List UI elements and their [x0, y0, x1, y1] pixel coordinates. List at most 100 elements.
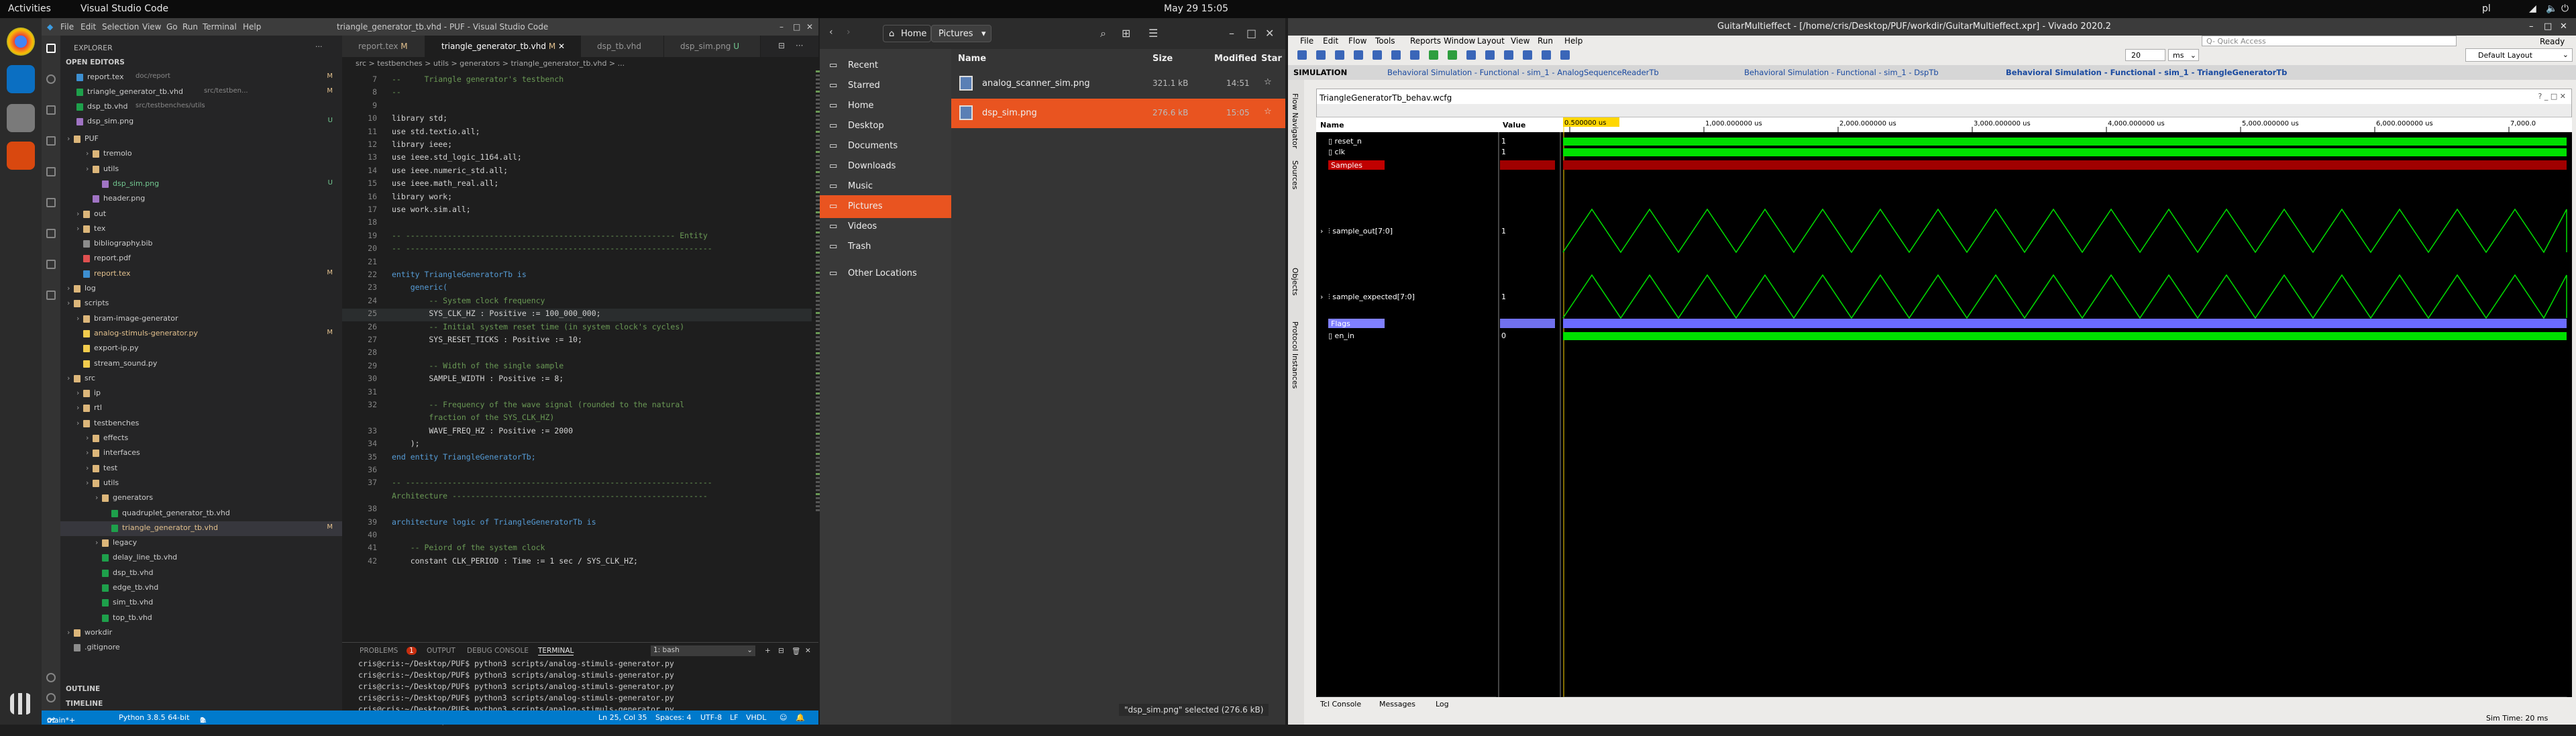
sim-tab-analog-sequence[interactable]: Behavioral Simulation - Functional - sim… — [1387, 68, 1659, 77]
tree-folder[interactable]: › ip — [60, 386, 342, 401]
search-icon[interactable]: ⌕ — [1100, 27, 1106, 40]
breadcrumb[interactable]: src > testbenches > utils > generators >… — [342, 57, 818, 70]
signal-name[interactable]: ▯ clk — [1328, 148, 1346, 156]
tree-file[interactable]: dsp_sim.png U — [60, 177, 342, 192]
place-desktop[interactable]: ▭ Desktop — [820, 115, 951, 138]
explorer-icon[interactable] — [46, 44, 56, 53]
wcfg-window-controls-icon[interactable]: ? _ □ ✕ — [2538, 92, 2566, 101]
vivado-menu-flow[interactable]: Flow — [1348, 36, 1366, 46]
tree-file[interactable]: .gitignore — [60, 641, 342, 655]
cursor-position[interactable]: Ln 25, Col 35 — [598, 713, 647, 722]
signal-name[interactable]: ⫶ sample_out[7:0] — [1328, 227, 1393, 235]
run-debug-icon[interactable] — [46, 136, 56, 146]
tree-file[interactable]: bibliography.bib — [60, 237, 342, 252]
remote-icon[interactable] — [46, 198, 56, 207]
tree-file[interactable]: triangle_generator_tb.vhd M — [60, 521, 342, 536]
vivado-menu-help[interactable]: Help — [1564, 36, 1582, 46]
menu-view[interactable]: View — [142, 22, 161, 32]
menu-go[interactable]: Go — [166, 22, 178, 32]
sim-tab-dsp[interactable]: Behavioral Simulation - Functional - sim… — [1744, 68, 1939, 77]
open-editors-header[interactable]: OPEN EDITORS — [66, 58, 125, 66]
vivado-menu-layout[interactable]: Layout — [1477, 36, 1505, 46]
activities-button[interactable]: Activities — [8, 3, 51, 14]
panel-tab-terminal[interactable]: TERMINAL — [538, 647, 574, 655]
volume-icon[interactable]: 🔈 — [2546, 3, 2557, 14]
save-icon[interactable] — [1316, 50, 1326, 60]
signal-name[interactable]: ▯ en_in — [1328, 331, 1354, 340]
tree-folder[interactable]: › utils — [60, 476, 342, 491]
sources-tab[interactable]: Sources — [1291, 160, 1299, 190]
minimize-icon[interactable]: – — [1229, 27, 1234, 40]
waveform-view[interactable]: NameValue0.000000 us1,000.000000 us2,000… — [1316, 117, 2572, 705]
more-actions-icon[interactable]: ··· — [315, 42, 323, 51]
new-terminal-icon[interactable]: + — [765, 647, 771, 655]
path-pictures[interactable]: Pictures ▾ — [931, 25, 991, 42]
forward-icon[interactable]: › — [847, 27, 851, 38]
vivado-menu-file[interactable]: File — [1300, 36, 1313, 46]
tree-folder[interactable]: › testbenches — [60, 417, 342, 431]
file-row[interactable]: dsp_sim.png 276.6 kB 15:05 ☆ — [951, 99, 1285, 128]
menu-help[interactable]: Help — [243, 22, 261, 32]
place-recent[interactable]: ▭ Recent — [820, 54, 951, 77]
panel-tab-debug-console[interactable]: DEBUG CONSOLE — [467, 647, 529, 655]
tree-folder[interactable]: › generators — [60, 491, 342, 506]
tab-dsp-tb[interactable]: dsp_tb.vhd — [581, 36, 664, 57]
code-editor[interactable]: 7 -- Triangle generator's testbench 8 -- 9 10… — [342, 70, 812, 641]
encoding[interactable]: UTF-8 — [700, 713, 722, 722]
tree-file[interactable]: dsp_tb.vhd — [60, 566, 342, 581]
place-starred[interactable]: ▭ Starred — [820, 74, 951, 97]
extensions-icon[interactable] — [46, 167, 56, 176]
place-downloads[interactable]: ▭ Downloads — [820, 155, 951, 178]
restart-icon[interactable] — [1410, 50, 1419, 60]
tree-file[interactable]: delay_line_tb.vhd — [60, 551, 342, 566]
maximize-icon[interactable]: □ — [2544, 21, 2552, 32]
tree-file[interactable]: sim_tb.vhd — [60, 596, 342, 611]
tree-file[interactable]: stream_sound.py — [60, 357, 342, 372]
maximize-icon[interactable]: □ — [793, 22, 800, 32]
tex-icon[interactable] — [46, 229, 56, 238]
vivado-menu-reports[interactable]: Reports — [1410, 36, 1441, 46]
sim-tab-triangle-generator[interactable]: Behavioral Simulation - Functional - sim… — [2006, 68, 2287, 77]
chrome-icon[interactable] — [7, 28, 35, 56]
minimize-icon[interactable]: – — [780, 22, 784, 32]
menu-icon[interactable]: ☰ — [1148, 27, 1158, 40]
run-time-input[interactable]: 20 — [2125, 49, 2165, 61]
expand-icon[interactable]: › — [1320, 293, 1323, 301]
sim-close-icon[interactable] — [1560, 50, 1570, 60]
source-control-icon[interactable] — [46, 105, 56, 115]
language-mode[interactable]: VHDL — [746, 713, 766, 722]
tree-folder[interactable]: › workdir — [60, 626, 342, 641]
path-home[interactable]: ⌂ Home — [883, 25, 931, 42]
network-icon[interactable]: ◢ — [2529, 3, 2536, 14]
tree-file[interactable]: quadruplet_generator_tb.vhd — [60, 507, 342, 521]
tree-folder[interactable]: › scripts — [60, 297, 342, 311]
feedback-icon[interactable]: ☺ — [780, 713, 787, 722]
place-music[interactable]: ▭ Music — [820, 175, 951, 198]
star-icon[interactable]: ☆ — [1264, 107, 1272, 117]
editor-more-icon[interactable]: ··· — [796, 41, 803, 50]
menu-run[interactable]: Run — [182, 22, 198, 32]
python-interpreter[interactable]: Python 3.8.5 64-bit — [119, 713, 189, 722]
tree-folder[interactable]: › src — [60, 372, 342, 386]
vscode-icon[interactable] — [7, 65, 35, 93]
menu-selection[interactable]: Selection — [102, 22, 139, 32]
vivado-menu-tools[interactable]: Tools — [1375, 36, 1395, 46]
place-trash[interactable]: ▭ Trash — [820, 235, 951, 258]
messages-tab[interactable]: Messages — [1379, 700, 1415, 708]
show-apps-icon[interactable] — [10, 693, 32, 715]
star-icon[interactable]: ☆ — [1264, 77, 1272, 87]
settings-gear-icon[interactable] — [46, 693, 56, 702]
close-icon[interactable]: ✕ — [1265, 27, 1274, 40]
tree-file[interactable]: report.tex M — [60, 267, 342, 282]
place-other-locations[interactable]: ▭ Other Locations — [820, 262, 951, 285]
step-icon[interactable] — [1466, 50, 1476, 60]
column-star[interactable]: Star — [1261, 54, 1282, 64]
terminal-select[interactable]: 1: bash ⌄ — [651, 645, 755, 656]
log-tab[interactable]: Log — [1436, 700, 1449, 708]
tree-folder[interactable]: › tremolo — [60, 147, 342, 162]
kill-terminal-icon[interactable]: 🗑 — [792, 647, 800, 655]
tree-folder[interactable]: › legacy — [60, 536, 342, 551]
menu-terminal[interactable]: Terminal — [203, 22, 237, 32]
tab-triangle-generator-tb[interactable]: triangle_generator_tb.vhd M ✕ — [425, 36, 581, 57]
tree-folder[interactable]: › out — [60, 207, 342, 222]
